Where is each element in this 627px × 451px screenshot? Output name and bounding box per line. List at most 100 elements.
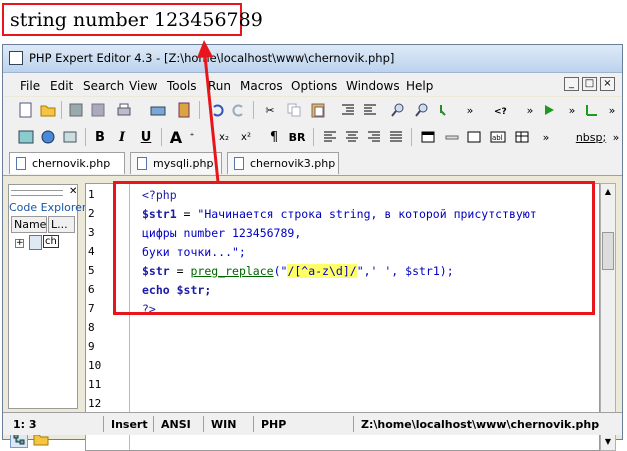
run-icon[interactable]	[540, 101, 558, 119]
save-icon[interactable]	[67, 101, 85, 119]
svg-text:abl: abl	[492, 134, 503, 142]
align-justify-icon[interactable]	[387, 128, 405, 146]
scroll-down-icon[interactable]: ▼	[602, 435, 614, 449]
scroll-thumb[interactable]	[602, 232, 614, 270]
paste-icon[interactable]	[309, 101, 327, 119]
menu-run[interactable]: Run	[208, 79, 231, 93]
toolbar-more-3[interactable]: »	[563, 101, 581, 119]
bold-button[interactable]: B	[91, 128, 109, 146]
cursor-position: 1: 3	[13, 418, 37, 431]
toolbar-more-5[interactable]: »	[537, 128, 555, 146]
expand-icon[interactable]: +	[15, 239, 24, 248]
copy-icon[interactable]	[285, 101, 303, 119]
undo-icon[interactable]	[208, 101, 226, 119]
window-icon[interactable]	[419, 128, 437, 146]
open-folder-icon[interactable]	[39, 101, 57, 119]
php-tag-icon[interactable]: <?	[493, 101, 511, 119]
paragraph-button[interactable]: ¶	[265, 128, 283, 146]
vertical-scrollbar[interactable]: ▲ ▼	[600, 183, 616, 451]
title-bar[interactable]: PHP Expert Editor 4.3 - [Z:\home\localho…	[3, 45, 622, 73]
debug-icon[interactable]	[583, 101, 601, 119]
tab-label: chernovik.php	[32, 157, 111, 170]
code-explorer-panel: ✕ Code Explorer Name L... + ch	[8, 184, 86, 409]
italic-button[interactable]: I	[113, 128, 131, 146]
toolbar-more-4[interactable]: »	[603, 101, 621, 119]
column-name[interactable]: Name	[11, 216, 47, 233]
explorer-item[interactable]: ch	[43, 235, 59, 248]
minimize-button[interactable]: _	[564, 77, 579, 91]
column-l[interactable]: L...	[48, 216, 75, 233]
save-all-icon[interactable]	[89, 101, 107, 119]
tab-bar: chernovik.php mysqli.php chernovik3.php	[3, 149, 622, 176]
tab-mysqli[interactable]: mysqli.php	[130, 152, 222, 174]
line-number: 4	[88, 245, 95, 258]
find-icon[interactable]	[389, 101, 407, 119]
menu-file[interactable]: File	[20, 79, 40, 93]
close-button[interactable]: ×	[600, 77, 615, 91]
subscript-button[interactable]: x₂	[215, 128, 233, 146]
label-icon[interactable]: abl	[489, 128, 507, 146]
tab-chernovik[interactable]: chernovik.php	[9, 152, 125, 174]
toolbar-more-6[interactable]: »	[607, 128, 625, 146]
menu-search[interactable]: Search	[83, 79, 124, 93]
outdent-icon[interactable]	[361, 101, 379, 119]
encoding: ANSI	[161, 418, 191, 431]
align-right-icon[interactable]	[365, 128, 383, 146]
server-icon[interactable]	[175, 101, 193, 119]
hr-icon[interactable]	[443, 128, 461, 146]
toolbar-more-2[interactable]: »	[521, 101, 539, 119]
image-icon[interactable]	[17, 128, 35, 146]
php-file-icon	[234, 157, 244, 170]
font-size-dropdown-icon[interactable]: ⁺	[183, 128, 201, 146]
frame-icon[interactable]	[465, 128, 483, 146]
line-number: 2	[88, 207, 95, 220]
menu-help[interactable]: Help	[406, 79, 433, 93]
align-center-icon[interactable]	[343, 128, 361, 146]
table-icon[interactable]	[513, 128, 531, 146]
toolbar-html: B I U A ⁺ x₂ x² ¶ BR abl » nbsp; »	[3, 124, 622, 151]
language: PHP	[261, 418, 287, 431]
line-break-button[interactable]: BR	[288, 128, 306, 146]
output-box: string number 123456789	[2, 3, 263, 36]
cut-icon[interactable]: ✂	[261, 101, 279, 119]
edit-mode: Insert	[111, 418, 148, 431]
scroll-up-icon[interactable]: ▲	[602, 185, 614, 199]
php-file-icon	[16, 157, 26, 170]
print-icon[interactable]	[115, 101, 133, 119]
globe-icon[interactable]	[39, 128, 57, 146]
window-title: PHP Expert Editor 4.3 - [Z:\home\localho…	[29, 51, 395, 65]
svg-text:<?: <?	[494, 107, 507, 115]
tab-label: chernovik3.php	[250, 157, 336, 170]
close-icon[interactable]: ✕	[69, 186, 77, 197]
line-number: 7	[88, 302, 95, 315]
panel-grip[interactable]	[11, 190, 63, 196]
menu-windows[interactable]: Windows	[346, 79, 400, 93]
tab-chernovik3[interactable]: chernovik3.php	[227, 152, 339, 174]
ftp-icon[interactable]	[149, 101, 167, 119]
goto-icon[interactable]	[436, 101, 454, 119]
underline-button[interactable]: U	[137, 128, 155, 146]
code-explorer-title: Code Explorer	[9, 201, 87, 214]
new-file-icon[interactable]	[17, 101, 35, 119]
line-number: 6	[88, 283, 95, 296]
nbsp-button[interactable]: nbsp;	[571, 128, 611, 146]
superscript-button[interactable]: x²	[237, 128, 255, 146]
redo-icon[interactable]	[230, 101, 248, 119]
restore-button[interactable]: □	[582, 77, 597, 91]
menu-options[interactable]: Options	[291, 79, 337, 93]
menu-edit[interactable]: Edit	[50, 79, 73, 93]
align-left-icon[interactable]	[321, 128, 339, 146]
menu-view[interactable]: View	[129, 79, 157, 93]
indent-icon[interactable]	[339, 101, 357, 119]
line-number: 3	[88, 226, 95, 239]
replace-icon[interactable]	[413, 101, 431, 119]
status-bar: 1: 3 Insert ANSI WIN PHP Z:\home\localho…	[3, 412, 622, 435]
php-file-icon	[29, 235, 42, 250]
php-file-icon	[137, 157, 147, 170]
line-number: 5	[88, 264, 95, 277]
menu-bar: File Edit Search View Tools Run Macros O…	[3, 73, 622, 96]
anchor-icon[interactable]	[61, 128, 79, 146]
toolbar-more-1[interactable]: »	[461, 101, 479, 119]
menu-macros[interactable]: Macros	[240, 79, 283, 93]
menu-tools[interactable]: Tools	[167, 79, 197, 93]
